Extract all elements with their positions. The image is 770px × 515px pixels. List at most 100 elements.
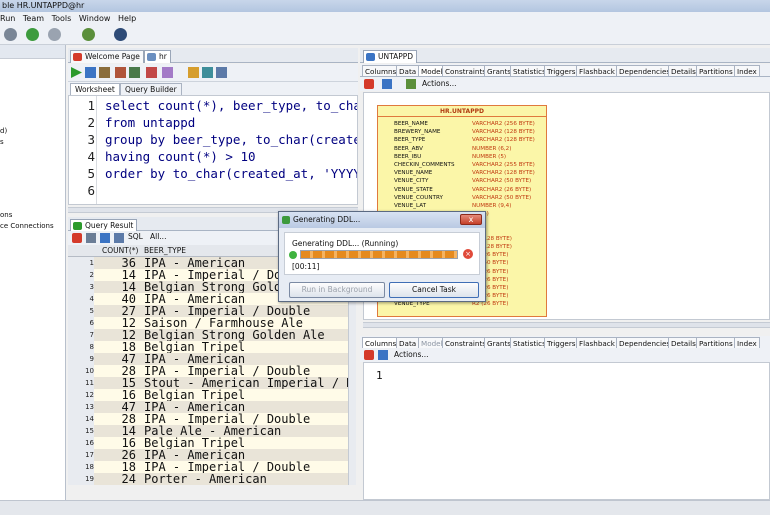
tab-query-builder[interactable]: Query Builder [120, 83, 182, 95]
subtab-partitions[interactable]: Partitions [696, 65, 736, 76]
back-icon[interactable] [26, 28, 39, 41]
row-number: 9 [68, 353, 94, 365]
model-column-name: BREWERY_NAME [394, 129, 441, 136]
tab-untappd[interactable]: UNTAPPD [363, 50, 418, 63]
running-status-icon [289, 251, 297, 259]
history-icon[interactable] [188, 67, 199, 78]
close-icon[interactable]: x [460, 214, 482, 225]
menu-bar: Run Team Tools Window Help [0, 12, 770, 25]
binoculars-icon[interactable] [114, 28, 127, 41]
worksheet-icon [147, 53, 156, 61]
refresh-icon[interactable] [100, 233, 110, 243]
table-row[interactable]: 19 24 Porter - American [68, 473, 348, 485]
row-number: 1 [68, 257, 94, 269]
tab-hr-worksheet[interactable]: hr [144, 50, 171, 63]
refresh-icon[interactable] [382, 79, 392, 89]
tab-worksheet[interactable]: Worksheet [70, 83, 120, 95]
pin-icon[interactable] [364, 350, 374, 360]
menu-window[interactable]: Window [79, 12, 111, 25]
model-column-type: NUMBER (9,4) [472, 203, 512, 209]
forward-icon[interactable] [48, 28, 61, 41]
subtab-details[interactable]: Details [668, 65, 699, 76]
model-column: BEER_NAME VARCHAR2 (256 BYTE) [378, 120, 546, 128]
ddl-output-editor[interactable]: 1 [363, 362, 770, 500]
worksheet-toolbar [68, 64, 358, 82]
code-line: select count(*), beer_type, to_char( [105, 98, 358, 113]
sql-editor[interactable]: 1 select count(*), beer_type, to_char( 2… [68, 95, 358, 205]
model-column: BEER_TYPE VARCHAR2 (128 BYTE) [378, 136, 546, 144]
lower-actions-menu[interactable]: Actions... [394, 348, 429, 362]
row-number: 16 [68, 437, 94, 449]
model-horizontal-scrollbar[interactable] [363, 322, 770, 328]
subtab-columns[interactable]: Columns [362, 65, 400, 76]
code-line: order by to_char(created_at, 'YYYY') [105, 166, 358, 181]
status-bar [0, 500, 770, 515]
model-column: VENUE_COUNTRY VARCHAR2 (50 BYTE) [378, 194, 546, 202]
subtab-flashback[interactable]: Flashback [576, 65, 618, 76]
menu-help[interactable]: Help [118, 12, 136, 25]
actions-menu[interactable]: Actions... [422, 77, 457, 91]
refresh-icon[interactable] [378, 350, 388, 360]
cancel-task-button[interactable]: Cancel Task [389, 282, 479, 298]
model-column-name: BEER_IBU [394, 153, 422, 160]
connections-panel: d) s ons ce Connections [0, 45, 66, 500]
beer-type-cell[interactable]: Porter - American [144, 473, 267, 485]
model-column: BEER_ABV NUMBER (6,2) [378, 145, 546, 153]
fetch-all-label[interactable]: All... [150, 232, 166, 241]
line-number: 3 [87, 132, 95, 147]
sql-button[interactable]: SQL [128, 232, 143, 241]
cancel-progress-icon[interactable]: × [463, 249, 473, 259]
row-number: 13 [68, 401, 94, 413]
tree-item[interactable]: d) [0, 127, 7, 135]
connection-icon[interactable] [4, 28, 17, 41]
line-number: 5 [87, 166, 95, 181]
pin-icon[interactable] [72, 233, 82, 243]
row-number: 10 [68, 365, 94, 377]
menu-run[interactable]: Run [0, 12, 15, 25]
tab-welcome-page[interactable]: Welcome Page [70, 50, 144, 63]
model-column: VENUE_STATE VARCHAR2 (26 BYTE) [378, 186, 546, 194]
editor-tab-row: Welcome Page hr [68, 48, 358, 63]
run-script-icon[interactable] [85, 67, 96, 78]
rollback-icon[interactable] [115, 67, 126, 78]
edit-icon[interactable] [406, 79, 416, 89]
line-number: 1 [87, 98, 95, 113]
run-in-background-button[interactable]: Run in Background [289, 282, 385, 298]
tree-item[interactable]: ce Connections [0, 222, 54, 230]
subtab-triggers[interactable]: Triggers [544, 65, 579, 76]
print-icon[interactable] [86, 233, 96, 243]
tune-icon[interactable] [216, 67, 227, 78]
run-statement-icon[interactable] [71, 67, 82, 78]
model-column-name: BEER_NAME [394, 121, 428, 127]
code-line: group by beer_type, to_char(created_ [105, 132, 358, 147]
model-column-type: VARCHAR2 (50 BYTE) [472, 178, 532, 185]
count-cell[interactable]: 24 [98, 473, 136, 485]
subtab-index[interactable]: Index [734, 65, 760, 76]
model-column-type: NUMBER (6,2) [472, 145, 512, 152]
commit-icon[interactable] [99, 67, 110, 78]
explain-icon[interactable] [129, 67, 140, 78]
migration-icon[interactable] [82, 28, 95, 41]
query-result-icon [73, 222, 82, 230]
model-column-type: VARCHAR2 (128 BYTE) [472, 170, 535, 177]
row-number: 17 [68, 449, 94, 461]
table-entity-name: HR.UNTAPPD [378, 106, 546, 117]
tree-item[interactable]: ons [0, 211, 12, 219]
connections-panel-header [0, 45, 65, 59]
model-column-type: VARCHAR2 (50 BYTE) [472, 194, 532, 201]
row-number: 11 [68, 377, 94, 389]
clear-icon[interactable] [162, 67, 173, 78]
row-number: 18 [68, 461, 94, 473]
worksheet-subtabs: Worksheet Query Builder [68, 82, 358, 95]
model-column-type: VARCHAR2 (255 BYTE) [472, 162, 535, 168]
subtab-dependencies[interactable]: Dependencies [616, 65, 674, 76]
subtab-data[interactable]: Data [396, 65, 420, 76]
pin-icon[interactable] [364, 79, 374, 89]
menu-team[interactable]: Team [23, 12, 44, 25]
autotrace-icon[interactable] [146, 67, 157, 78]
menu-tools[interactable]: Tools [52, 12, 72, 25]
format-icon[interactable] [202, 67, 213, 78]
tree-item[interactable]: s [0, 138, 4, 146]
export-icon[interactable] [114, 233, 124, 243]
subtab-constraints[interactable]: Constraints [442, 65, 490, 76]
